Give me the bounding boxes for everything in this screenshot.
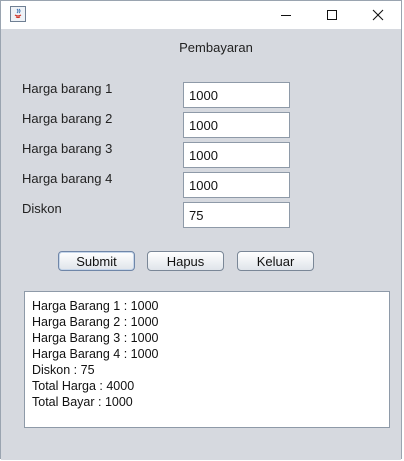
result-line: Harga Barang 1 : 1000 — [32, 299, 159, 313]
keluar-button[interactable]: Keluar — [237, 251, 314, 271]
result-line: Harga Barang 2 : 1000 — [32, 315, 159, 329]
minimize-icon — [281, 15, 291, 16]
maximize-icon — [327, 10, 337, 20]
close-icon — [372, 9, 384, 21]
submit-button[interactable]: Submit — [58, 251, 135, 271]
label-harga-barang-4: Harga barang 4 — [22, 171, 113, 186]
app-window: Pembayaran Harga barang 1 1000 Harga bar… — [0, 0, 402, 460]
result-line: Harga Barang 4 : 1000 — [32, 347, 159, 361]
result-line: Total Harga : 4000 — [32, 379, 135, 393]
input-harga-barang-2[interactable]: 1000 — [183, 112, 290, 138]
form-heading: Pembayaran — [179, 40, 253, 55]
label-harga-barang-2: Harga barang 2 — [22, 111, 113, 126]
maximize-button[interactable] — [309, 1, 355, 29]
result-line: Diskon : 75 — [32, 363, 95, 377]
input-harga-barang-4[interactable]: 1000 — [183, 172, 290, 198]
form-panel: Pembayaran Harga barang 1 1000 Harga bar… — [1, 29, 401, 460]
close-button[interactable] — [355, 1, 401, 29]
input-harga-barang-1[interactable]: 1000 — [183, 82, 290, 108]
label-diskon: Diskon — [22, 201, 62, 216]
java-app-icon — [10, 6, 26, 22]
hapus-button[interactable]: Hapus — [147, 251, 224, 271]
result-line: Harga Barang 3 : 1000 — [32, 331, 159, 345]
result-textarea[interactable]: Harga Barang 1 : 1000 Harga Barang 2 : 1… — [24, 291, 390, 428]
label-harga-barang-3: Harga barang 3 — [22, 141, 113, 156]
input-diskon[interactable]: 75 — [183, 202, 290, 228]
result-line: Total Bayar : 1000 — [32, 395, 133, 409]
title-bar[interactable] — [1, 1, 401, 29]
minimize-button[interactable] — [263, 1, 309, 29]
input-harga-barang-3[interactable]: 1000 — [183, 142, 290, 168]
label-harga-barang-1: Harga barang 1 — [22, 81, 113, 96]
